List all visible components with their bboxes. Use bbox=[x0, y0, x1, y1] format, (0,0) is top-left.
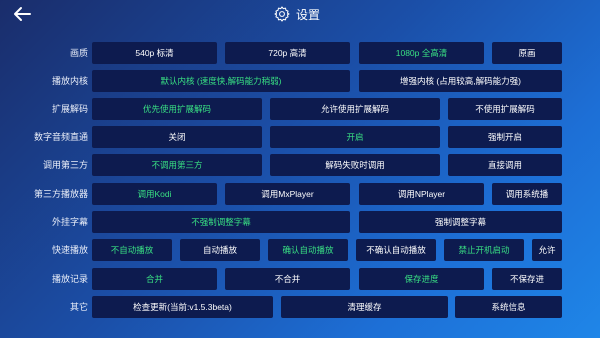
option-button[interactable]: 关闭 bbox=[92, 126, 262, 148]
option-button[interactable]: 保存进度 bbox=[359, 268, 484, 290]
row-label: 画质 bbox=[69, 48, 88, 58]
option-group: 不自动播放 自动播放 确认自动播放 不确认自动播放 禁止开机启动 允许 bbox=[92, 239, 562, 261]
row-label: 快速播放 bbox=[51, 245, 88, 255]
option-button[interactable]: 调用NPlayer bbox=[359, 183, 484, 205]
option-button[interactable]: 1080p 全高清 bbox=[359, 42, 484, 64]
arrow-left-icon bbox=[14, 7, 31, 21]
option-button[interactable]: 允许 bbox=[532, 239, 562, 261]
page-title-group: 设置 bbox=[274, 4, 320, 24]
option-group: 不强制调整字幕 强制调整字幕 bbox=[92, 211, 562, 233]
back-button[interactable] bbox=[10, 4, 34, 24]
option-button[interactable]: 允许使用扩展解码 bbox=[270, 98, 440, 120]
option-button[interactable]: 720p 高清 bbox=[225, 42, 350, 64]
option-button[interactable]: 调用Kodi bbox=[92, 183, 217, 205]
settings-row: 第三方播放器 调用Kodi 调用MxPlayer 调用NPlayer 调用系统播 bbox=[0, 183, 600, 205]
option-button[interactable]: 不自动播放 bbox=[92, 239, 172, 261]
option-button[interactable]: 不强制调整字幕 bbox=[92, 211, 350, 233]
option-button[interactable]: 清理缓存 bbox=[281, 296, 448, 318]
row-label: 外挂字幕 bbox=[51, 217, 88, 227]
header-bar: 设置 bbox=[0, 0, 600, 30]
gear-icon bbox=[274, 6, 290, 22]
option-group: 540p 标清 720p 高清 1080p 全高清 原画 bbox=[92, 42, 562, 64]
row-label: 调用第三方 bbox=[42, 160, 88, 170]
option-group: 合并 不合并 保存进度 不保存进 bbox=[92, 268, 562, 290]
option-button[interactable]: 不保存进 bbox=[492, 268, 562, 290]
option-button[interactable]: 不确认自动播放 bbox=[356, 239, 436, 261]
option-button[interactable]: 开启 bbox=[270, 126, 440, 148]
option-button[interactable]: 540p 标清 bbox=[92, 42, 217, 64]
option-button[interactable]: 调用系统播 bbox=[492, 183, 562, 205]
option-button[interactable]: 不使用扩展解码 bbox=[448, 98, 562, 120]
option-button[interactable]: 调用MxPlayer bbox=[225, 183, 350, 205]
settings-row: 其它 检查更新(当前:v1.5.3beta) 清理缓存 系统信息 bbox=[0, 296, 600, 318]
option-button[interactable]: 原画 bbox=[492, 42, 562, 64]
option-button[interactable]: 增强内核 (占用较高,解码能力强) bbox=[359, 70, 562, 92]
option-button[interactable]: 直接调用 bbox=[448, 154, 562, 176]
option-group: 不调用第三方 解码失败时调用 直接调用 bbox=[92, 154, 562, 176]
row-label: 播放记录 bbox=[51, 274, 88, 284]
option-button[interactable]: 自动播放 bbox=[180, 239, 260, 261]
settings-row: 播放记录 合并 不合并 保存进度 不保存进 bbox=[0, 268, 600, 290]
settings-row: 画质 540p 标清 720p 高清 1080p 全高清 原画 bbox=[0, 42, 600, 64]
option-button[interactable]: 合并 bbox=[92, 268, 217, 290]
settings-row: 快速播放 不自动播放 自动播放 确认自动播放 不确认自动播放 禁止开机启动 允许 bbox=[0, 239, 600, 261]
option-button[interactable]: 强制调整字幕 bbox=[359, 211, 562, 233]
option-group: 优先使用扩展解码 允许使用扩展解码 不使用扩展解码 bbox=[92, 98, 562, 120]
option-button[interactable]: 系统信息 bbox=[455, 296, 562, 318]
settings-row: 扩展解码 优先使用扩展解码 允许使用扩展解码 不使用扩展解码 bbox=[0, 98, 600, 120]
settings-row: 调用第三方 不调用第三方 解码失败时调用 直接调用 bbox=[0, 154, 600, 176]
option-button[interactable]: 确认自动播放 bbox=[268, 239, 348, 261]
option-group: 关闭 开启 强制开启 bbox=[92, 126, 562, 148]
row-label: 播放内核 bbox=[51, 76, 88, 86]
option-group: 检查更新(当前:v1.5.3beta) 清理缓存 系统信息 bbox=[92, 296, 562, 318]
option-button[interactable]: 优先使用扩展解码 bbox=[92, 98, 262, 120]
option-button[interactable]: 解码失败时调用 bbox=[270, 154, 440, 176]
option-group: 默认内核 (速度快,解码能力稍弱) 增强内核 (占用较高,解码能力强) bbox=[92, 70, 562, 92]
row-label: 第三方播放器 bbox=[33, 189, 88, 199]
settings-row: 播放内核 默认内核 (速度快,解码能力稍弱) 增强内核 (占用较高,解码能力强) bbox=[0, 70, 600, 92]
option-button[interactable]: 禁止开机启动 bbox=[444, 239, 524, 261]
option-button[interactable]: 检查更新(当前:v1.5.3beta) bbox=[92, 296, 273, 318]
row-label: 其它 bbox=[69, 302, 88, 312]
option-group: 调用Kodi 调用MxPlayer 调用NPlayer 调用系统播 bbox=[92, 183, 562, 205]
row-label: 扩展解码 bbox=[51, 104, 88, 114]
row-label: 数字音频直通 bbox=[33, 132, 88, 142]
option-button[interactable]: 默认内核 (速度快,解码能力稍弱) bbox=[92, 70, 350, 92]
page-title: 设置 bbox=[296, 7, 321, 22]
settings-row: 数字音频直通 关闭 开启 强制开启 bbox=[0, 126, 600, 148]
option-button[interactable]: 强制开启 bbox=[448, 126, 562, 148]
option-button[interactable]: 不调用第三方 bbox=[92, 154, 262, 176]
settings-row: 外挂字幕 不强制调整字幕 强制调整字幕 bbox=[0, 211, 600, 233]
option-button[interactable]: 不合并 bbox=[225, 268, 350, 290]
